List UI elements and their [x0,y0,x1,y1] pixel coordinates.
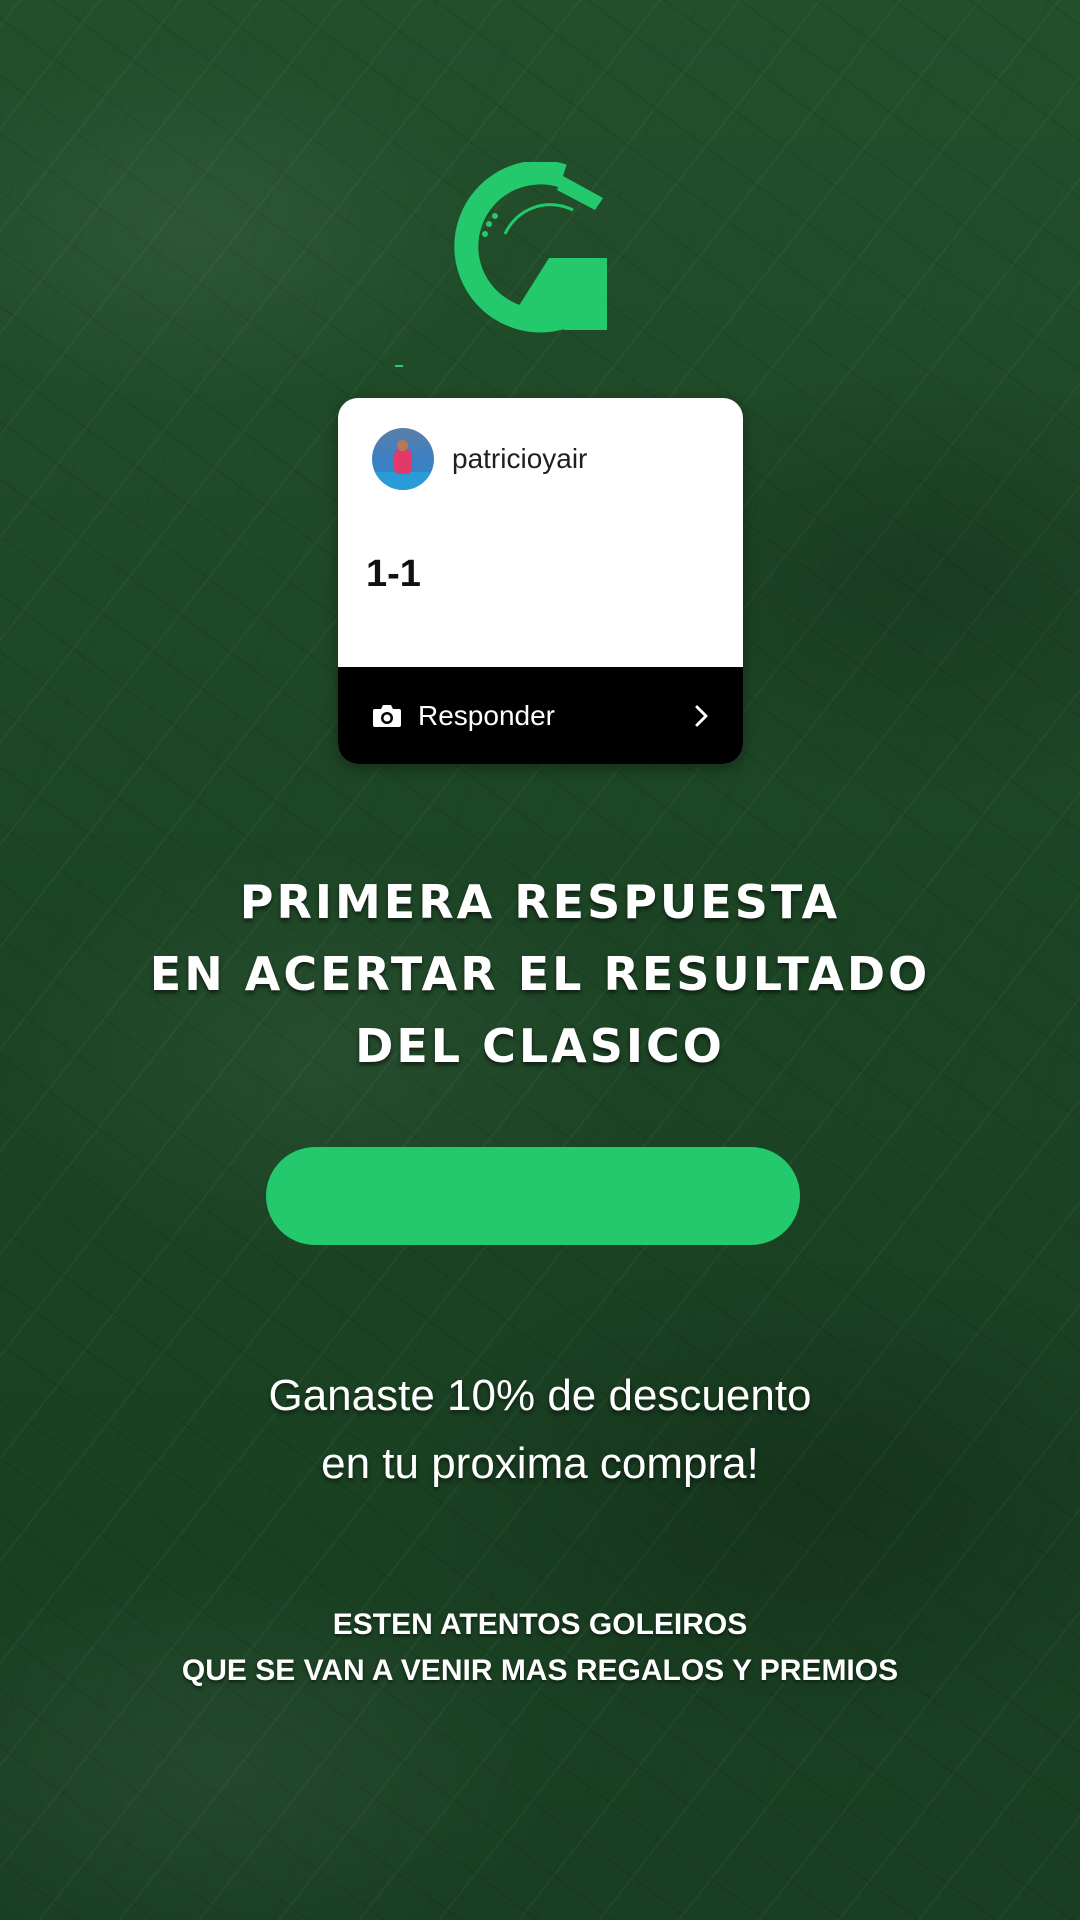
chevron-right-icon[interactable] [693,704,711,728]
headline-line: DEL CLASICO [355,1019,725,1073]
footer-line: ESTEN ATENTOS GOLEIROS [332,1608,748,1641]
g-logo-icon [454,162,607,333]
username[interactable]: patricioyair [452,443,587,475]
headline-line: PRIMERA RESPUESTA [239,875,841,929]
avatar[interactable] [372,428,434,490]
discount-message: Ganaste 10% de descuento en tu proxima c… [0,1362,1080,1498]
reply-bar[interactable]: Responder [338,667,743,764]
avatar-figure [394,448,412,474]
footer-note: ESTEN ATENTOS GOLEIROS QUE SE VAN A VENI… [0,1602,1080,1694]
headline-line: EN ACERTAR EL RESULTADO [149,947,931,1001]
discount-line: Ganaste 10% de descuento [268,1371,812,1420]
footer-line: QUE SE VAN A VENIR MAS REGALOS Y PREMIOS [181,1654,899,1687]
reply-text: 1-1 [366,553,421,595]
camera-icon [373,704,401,727]
logo-accent-dash [395,365,403,367]
avatar-water [372,472,434,490]
reply-label: Responder [418,699,555,731]
discount-line: en tu proxima compra! [321,1439,759,1488]
cta-button[interactable] [266,1147,800,1245]
card-header: patricioyair [372,428,587,490]
headline: PRIMERA RESPUESTA EN ACERTAR EL RESULTAD… [0,866,1080,1082]
avatar-figure-head [397,440,408,451]
story-reply-card: patricioyair 1-1 Responder [338,398,743,764]
